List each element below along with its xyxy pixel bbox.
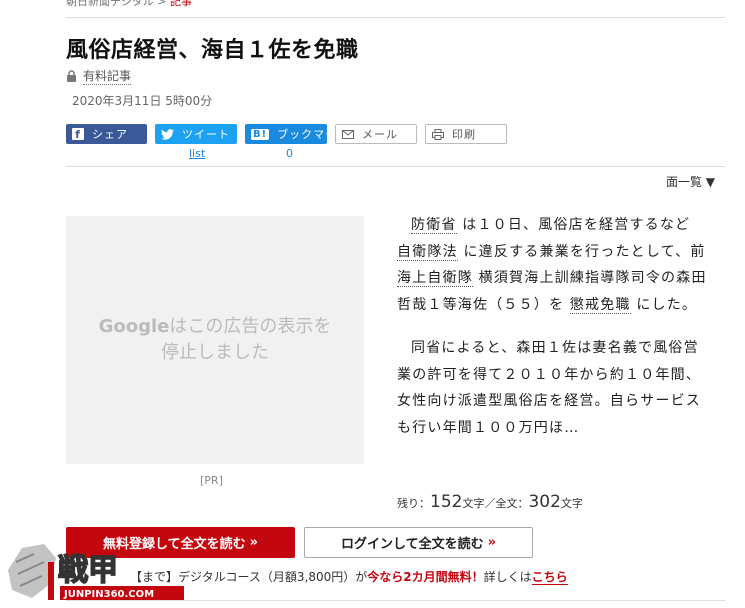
total-count: 302: [528, 492, 561, 512]
facebook-icon: f: [72, 128, 84, 141]
promo-highlight: 今なら2カ月間無料！: [367, 570, 484, 584]
watermark-main-text: 戦甲: [58, 553, 118, 588]
paragraph-text: は１０日、風俗店を経営するなど: [456, 217, 691, 233]
keyword-link-disciplinary-dismissal[interactable]: 懲戒免職: [569, 296, 631, 314]
promo-text: 詳しくは: [483, 570, 532, 584]
remaining-prefix: 残り：: [397, 497, 430, 510]
article-paragraph: 同省によると、森田１佐は妻名義で風俗営業の許可を得て２０１０年から約１０年間、女…: [397, 340, 701, 436]
hatena-bookmark-button[interactable]: B! ブックマー: [245, 124, 336, 144]
ad-message-line2: 停止しました: [161, 342, 269, 363]
article-paragraph: 防衛省 は１０日、風俗店を経営するなど 自衛隊法 に違反する兼業を行ったとして、…: [397, 212, 709, 318]
chevron-right-icon: »: [487, 535, 497, 550]
hatena-bookmark-icon: B!: [251, 128, 270, 140]
watermark-logo: 戦甲 JUNPIN360.COM: [8, 544, 184, 600]
keyword-link-defense-ministry[interactable]: 防衛省: [411, 217, 457, 234]
paid-article-label[interactable]: 有料記事: [83, 67, 132, 85]
ad-message-line1: Googleはこの広告の表示を: [99, 314, 332, 340]
login-button-label: ログインして全文を読む: [340, 537, 484, 552]
divider: [66, 166, 725, 167]
lock-icon: [67, 70, 76, 82]
remaining-count: 152: [430, 492, 463, 512]
front-page-list-button[interactable]: 面一覧 ▼: [666, 173, 715, 190]
breadcrumb: 朝日新聞デジタル > 記事: [66, 0, 192, 9]
hatena-bookmark-label: ブックマー: [277, 128, 338, 141]
ad-message-text: はこの広告の表示を: [169, 315, 332, 337]
article-title: 風俗店経営、海自１佐を免職: [66, 38, 359, 63]
print-button[interactable]: 印刷: [425, 124, 507, 144]
print-label: 印刷: [452, 128, 476, 141]
article-body: 防衛省 は１０日、風俗店を経営するなど 自衛隊法 に違反する兼業を行ったとして、…: [397, 212, 709, 458]
chevron-right-icon: »: [249, 535, 259, 550]
breadcrumb-current: 記事: [170, 0, 192, 8]
breadcrumb-site-link[interactable]: 朝日新聞デジタル: [66, 0, 154, 8]
ad-placeholder: Googleはこの広告の表示を 停止しました: [66, 216, 364, 464]
twitter-share-button[interactable]: ツイート: [155, 124, 237, 144]
mail-share-label: メール: [362, 128, 398, 141]
divider: [66, 17, 725, 18]
paragraph-text: に違反する兼業を行ったとして、前: [457, 243, 706, 260]
google-logo: Google: [98, 315, 170, 337]
ad-pr-label: [PR]: [200, 474, 223, 487]
paid-article-badge: 有料記事: [66, 67, 132, 85]
twitter-share-label: ツイート: [182, 128, 230, 141]
login-read-button[interactable]: ログインして全文を読む»: [304, 527, 533, 558]
remaining-characters: 残り：152文字／全文：302文字: [397, 492, 583, 512]
total-unit: 文字: [560, 497, 583, 510]
mail-share-button[interactable]: メール: [335, 124, 417, 144]
facebook-share-button[interactable]: f シェア: [66, 124, 147, 144]
keyword-link-sdf-law[interactable]: 自衛隊法: [397, 243, 458, 261]
keyword-link-msdf[interactable]: 海上自衛隊: [397, 270, 473, 287]
publish-date: 2020年3月11日 5時00分: [72, 94, 213, 108]
paragraph-text: にした。: [630, 296, 698, 313]
twitter-list-link[interactable]: list: [189, 147, 205, 160]
watermark-sub-text: JUNPIN360.COM: [63, 589, 154, 600]
envelope-icon: [342, 129, 354, 139]
printer-icon: [432, 128, 444, 140]
promo-banner: 【まで】デジタルコース（月額3,800円）が今なら2カ月間無料！詳しくはこちら: [130, 568, 568, 585]
remaining-unit: 文字／全文：: [462, 497, 529, 510]
breadcrumb-separator: >: [157, 0, 167, 8]
twitter-bird-icon: [161, 128, 174, 140]
promo-details-link[interactable]: こちら: [531, 570, 568, 585]
facebook-share-label: シェア: [92, 128, 128, 141]
hatena-bookmark-count[interactable]: 0: [286, 147, 293, 160]
